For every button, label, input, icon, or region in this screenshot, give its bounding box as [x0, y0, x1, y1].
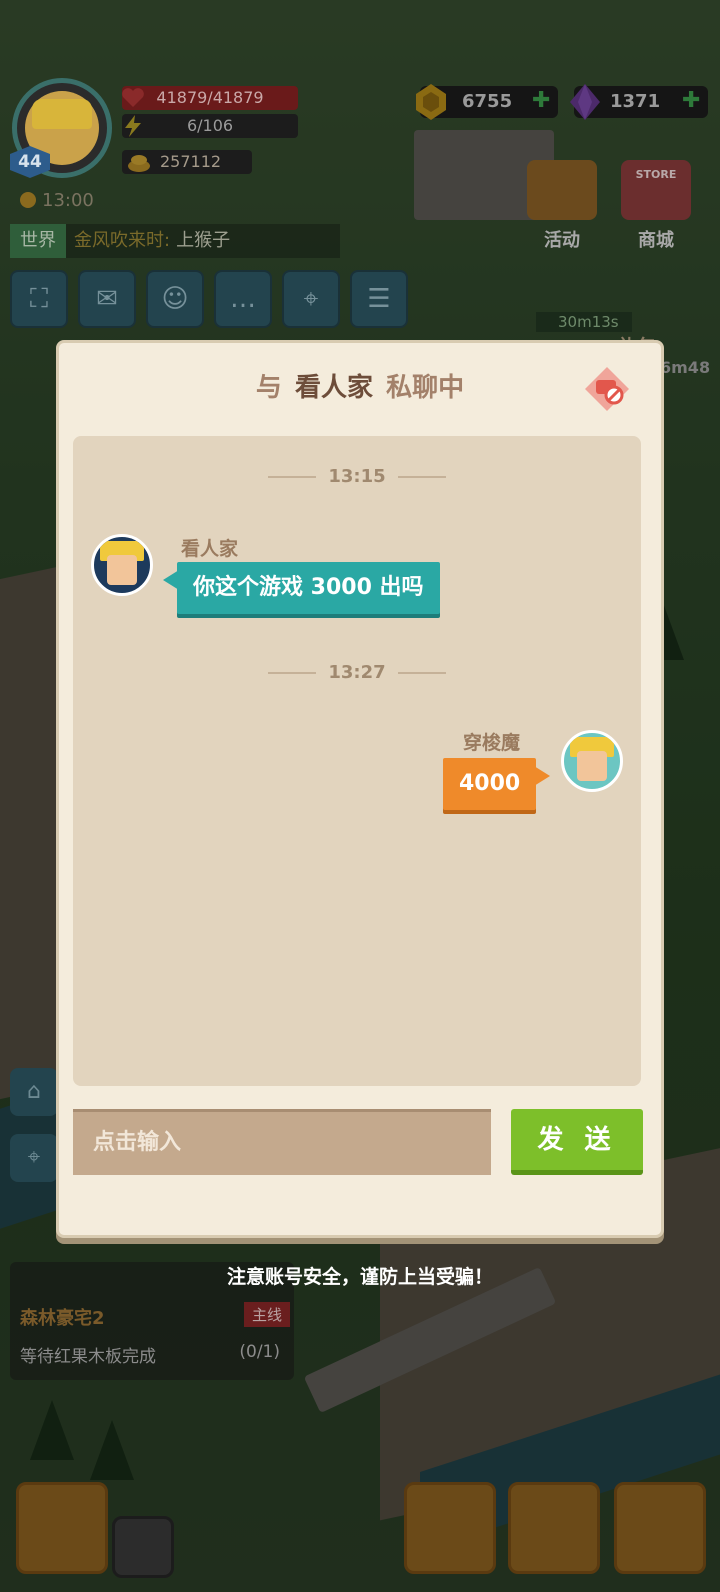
upgrade-timer: 30m13s	[536, 312, 632, 332]
hud-toolbar: ⛶ ✉ ☺ … ⌖ ☰	[10, 270, 408, 328]
star-chest-icon	[527, 160, 597, 220]
quest-progress: (0/1)	[239, 1342, 280, 1362]
block-chat-icon[interactable]	[583, 365, 631, 413]
send-button[interactable]: 发 送	[511, 1109, 643, 1175]
storefront-icon: STORE	[621, 160, 691, 220]
gem-value: 1371	[610, 91, 661, 112]
gift-timer: 6m48	[660, 358, 710, 377]
time-separator: 13:15	[73, 466, 641, 487]
coin-counter: 6755 ✚	[416, 84, 558, 120]
world-message: 上猴子	[176, 230, 231, 251]
add-gems-icon[interactable]: ✚	[682, 90, 702, 112]
heart-icon	[122, 88, 144, 107]
time-separator: 13:27	[73, 662, 641, 683]
game-clock: 13:00	[20, 190, 94, 211]
quest-description: 等待红果木板完成	[20, 1347, 156, 1367]
gold-bar: 257112	[122, 150, 252, 174]
activity-button[interactable]: 活动	[520, 160, 604, 260]
title-suffix: 私聊中	[386, 373, 465, 403]
pets-icon[interactable]	[508, 1482, 600, 1574]
gold-pile-icon	[128, 155, 150, 172]
store-label: 商城	[638, 230, 674, 251]
timer-value: 30m13s	[558, 313, 619, 331]
self-avatar[interactable]	[561, 730, 623, 792]
world-channel-tag: 世界	[10, 224, 66, 258]
lightning-icon	[125, 115, 141, 137]
add-coins-icon[interactable]: ✚	[532, 90, 552, 112]
chat-icon[interactable]: …	[214, 270, 272, 328]
chat-history[interactable]: 13:15 看人家 你这个游戏 3000 出吗 13:27 穿梭魔 4000	[73, 436, 641, 1086]
home-icon[interactable]: ⌂	[10, 1068, 58, 1116]
dialog-title: 与 看人家 私聊中	[59, 367, 661, 404]
location-pin-icon[interactable]: ⌖	[10, 1134, 58, 1182]
world-sender: 金风吹来时:	[74, 230, 171, 251]
backpack-icon[interactable]	[614, 1482, 706, 1574]
gem-icon	[570, 84, 600, 120]
fullscreen-icon[interactable]: ⛶	[10, 270, 68, 328]
store-button[interactable]: STORE 商城	[614, 160, 698, 260]
activity-label: 活动	[544, 230, 580, 251]
hp-value: 41879/41879	[156, 88, 264, 107]
message-sender: 穿梭魔	[463, 732, 521, 754]
friends-icon[interactable]: ☺	[146, 270, 204, 328]
chat-bubble-sent: 4000	[443, 758, 551, 810]
message-input[interactable]: 点击输入	[73, 1109, 491, 1175]
chat-partner-name: 看人家	[294, 373, 373, 403]
security-warning: 注意账号安全，谨防上当受骗！	[226, 1266, 493, 1288]
store-sign: STORE	[635, 168, 677, 181]
partner-avatar[interactable]	[91, 534, 153, 596]
gold-value: 257112	[160, 152, 222, 171]
title-prefix: 与	[255, 373, 282, 403]
message-sender: 看人家	[181, 538, 239, 560]
world-chat-ticker[interactable]: 世界 金风吹来时: 上猴子	[10, 224, 340, 258]
build-hammer-icon[interactable]	[16, 1482, 108, 1574]
camera-icon[interactable]	[112, 1516, 174, 1578]
clock-icon	[20, 192, 36, 208]
quest-title: 森林豪宅2	[20, 1308, 105, 1329]
energy-value: 6/106	[186, 116, 234, 135]
energy-bar: 6/106	[122, 114, 298, 138]
private-chat-dialog: 与 看人家 私聊中 13:15 看人家 你这个游戏 3000 出吗 13:27 …	[56, 340, 664, 1238]
quest-tag: 主线	[244, 1302, 291, 1327]
coin-icon	[416, 84, 446, 120]
task-board-icon[interactable]: ☰	[350, 270, 408, 328]
chat-bubble-received: 你这个游戏 3000 出吗	[163, 562, 440, 614]
gift-timer-value: 6m48	[660, 358, 711, 377]
coin-value: 6755	[462, 91, 513, 112]
hp-bar: 41879/41879	[122, 86, 298, 110]
gem-counter: 1371 ✚	[570, 84, 708, 120]
clock-value: 13:00	[42, 190, 94, 211]
map-icon[interactable]: ⌖	[282, 270, 340, 328]
character-icon[interactable]	[404, 1482, 496, 1574]
mail-icon[interactable]: ✉	[78, 270, 136, 328]
